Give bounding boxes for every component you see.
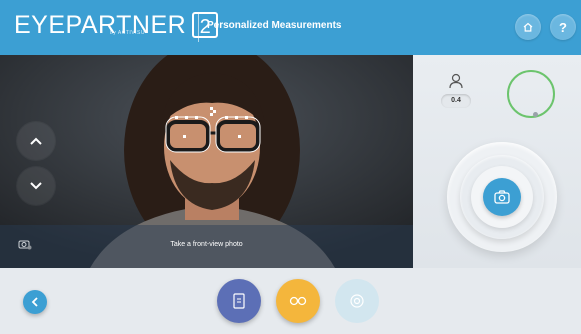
level-dot xyxy=(533,112,538,117)
capture-control xyxy=(447,142,557,252)
home-icon xyxy=(523,22,533,32)
home-button[interactable] xyxy=(515,14,541,40)
glasses-icon xyxy=(289,296,307,306)
logo-subtext: by ACTIVISU xyxy=(110,30,145,36)
help-button[interactable]: ? xyxy=(550,14,576,40)
header-divider xyxy=(198,12,199,42)
move-down-button[interactable] xyxy=(17,167,55,205)
app-header: EYEPARTNER 2 by ACTIVISU Personalized Me… xyxy=(0,0,581,55)
level-indicator xyxy=(507,70,555,118)
chevron-down-icon xyxy=(30,182,42,190)
camera-caption: Take a front-view photo xyxy=(170,241,243,248)
glasses-step-button[interactable] xyxy=(276,279,320,323)
page-title: Personalized Measurements xyxy=(207,20,342,31)
camera-settings-button[interactable] xyxy=(14,233,36,255)
back-button[interactable] xyxy=(23,290,47,314)
camera-settings-icon xyxy=(18,240,32,250)
chevron-up-icon xyxy=(30,137,42,145)
document-icon xyxy=(233,293,245,309)
distance-value: 0.4 xyxy=(441,94,471,108)
help-label: ? xyxy=(559,19,567,35)
capture-photo-button[interactable] xyxy=(483,178,521,216)
chevron-left-icon xyxy=(31,297,38,307)
camera-icon xyxy=(494,190,510,204)
lens-target-icon xyxy=(350,294,364,308)
frame-step-button[interactable] xyxy=(217,279,261,323)
app-logo: EYEPARTNER 2 xyxy=(14,10,219,44)
move-up-button[interactable] xyxy=(17,122,55,160)
camera-view: Take a front-view photo xyxy=(0,55,413,268)
lens-step-button xyxy=(335,279,379,323)
person-icon xyxy=(449,73,463,89)
logo-text: EYEPARTNER xyxy=(14,11,187,39)
